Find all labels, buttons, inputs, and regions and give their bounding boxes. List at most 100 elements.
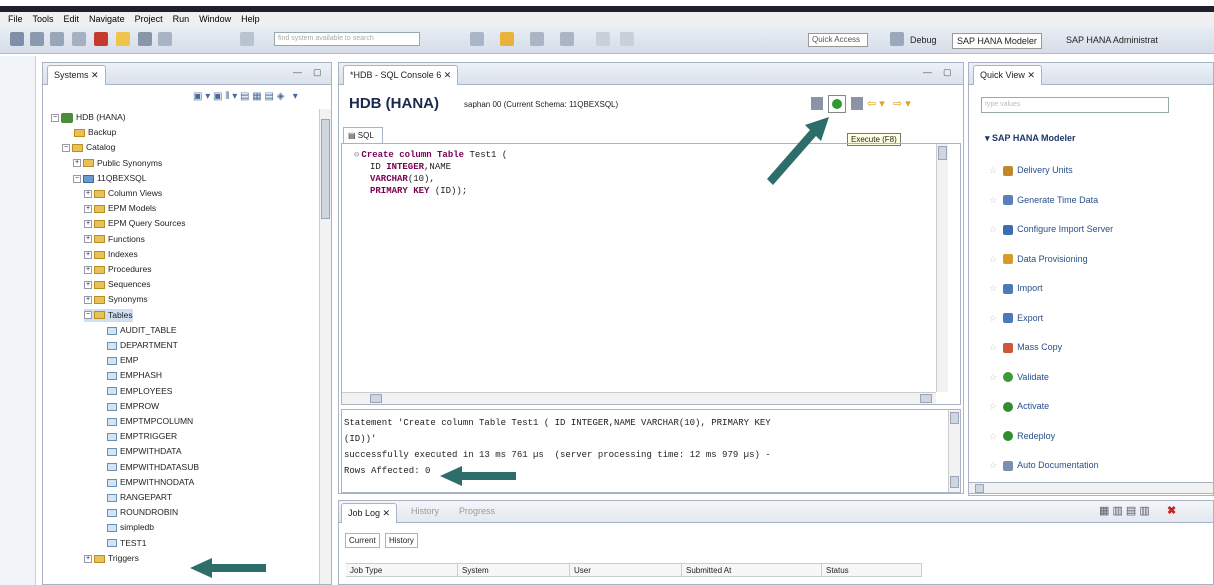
menu-edit[interactable]: Edit (64, 12, 80, 26)
tree-item[interactable]: TEST1 (95, 537, 146, 550)
explain-plan-icon[interactable] (851, 97, 863, 110)
quick-view-item[interactable]: ☆ Delivery Units (989, 165, 1073, 176)
forward-icon[interactable] (620, 32, 634, 46)
tree-item[interactable]: RANGEPART (95, 491, 172, 504)
tree-item[interactable]: + Indexes (84, 248, 138, 261)
quick-view-item[interactable]: ☆ Import (989, 283, 1043, 294)
tree-item[interactable]: EMPROW (95, 400, 159, 413)
forward-icon[interactable]: ⇨ ▾ (893, 97, 911, 110)
subtab-history[interactable]: History (385, 533, 418, 548)
perspective-hana-modeler[interactable]: SAP HANA Modeler (952, 33, 1042, 49)
collapse-icon[interactable]: − (73, 174, 81, 183)
column-header[interactable]: Job Type (346, 563, 458, 577)
console-scrollbar[interactable] (948, 410, 960, 492)
column-header[interactable]: User (570, 563, 682, 577)
delete-icon[interactable] (94, 32, 108, 46)
expand-icon[interactable]: + (84, 220, 92, 229)
quick-view-item[interactable]: ☆ Export (989, 313, 1043, 324)
expand-icon[interactable]: + (84, 189, 92, 198)
expand-icon[interactable]: + (84, 204, 92, 213)
menu-navigate[interactable]: Navigate (89, 12, 125, 26)
tree-item[interactable]: EMPWITHDATASUB (95, 461, 199, 474)
tree-item[interactable]: + EPM Query Sources (84, 217, 185, 230)
quick-view-item[interactable]: ☆ Mass Copy (989, 342, 1062, 353)
tree-item[interactable]: EMPLOYEES (95, 385, 172, 398)
quick-view-filter[interactable]: type values (981, 97, 1169, 113)
fold-icon[interactable]: ⊖ (354, 150, 359, 160)
tree-item[interactable]: AUDIT_TABLE (95, 324, 177, 337)
column-header[interactable]: Submitted At (682, 563, 822, 577)
quick-view-item[interactable]: ☆ Configure Import Server (989, 224, 1113, 235)
quick-view-item[interactable]: ☆ Generate Time Data (989, 195, 1098, 206)
quick-view-item[interactable]: ☆ Auto Documentation (989, 460, 1099, 471)
minimize-icon[interactable]: — (923, 67, 932, 77)
menu-project[interactable]: Project (135, 12, 163, 26)
star-icon[interactable]: ☆ (989, 372, 997, 382)
star-icon[interactable]: ☆ (989, 313, 997, 323)
tree-item[interactable]: EMPTMPCOLUMN (95, 415, 193, 428)
tree-item[interactable]: + Procedures (84, 263, 151, 276)
star-icon[interactable]: ☆ (989, 401, 997, 411)
save-icon[interactable] (30, 32, 44, 46)
tree-item[interactable]: + Sequences (84, 278, 151, 291)
job-log-toolbar[interactable]: ▦ ▥ ▤ ▥ (1099, 504, 1150, 517)
perspective-debug[interactable]: Debug (906, 33, 941, 49)
expand-icon[interactable]: + (84, 296, 92, 305)
open-type-icon[interactable] (500, 32, 514, 46)
expand-icon[interactable]: + (84, 235, 92, 244)
new-icon[interactable] (10, 32, 24, 46)
star-icon[interactable]: ☆ (989, 460, 997, 470)
star-icon[interactable]: ☆ (989, 165, 997, 175)
code-line[interactable]: ID INTEGER,NAME (370, 162, 451, 173)
expand-icon[interactable]: + (84, 280, 92, 289)
tree-item[interactable]: DEPARTMENT (95, 339, 178, 352)
tree-item[interactable]: + Synonyms (84, 293, 148, 306)
tree-item[interactable]: − HDB (HANA) (51, 111, 126, 124)
minimize-icon[interactable]: — (293, 67, 302, 77)
code-line[interactable]: ⊖ Create column Table Test1 ( (354, 150, 507, 161)
editor-hscroll[interactable] (342, 392, 936, 404)
star-icon[interactable]: ☆ (989, 342, 997, 352)
star-icon[interactable]: ☆ (989, 283, 997, 293)
tab-sql-editor[interactable]: ▤ SQL (343, 127, 383, 143)
expand-icon[interactable]: + (84, 250, 92, 259)
star-icon[interactable]: ☆ (989, 195, 997, 205)
expand-icon[interactable]: + (73, 159, 81, 168)
refresh-icon[interactable] (116, 32, 130, 46)
tree-item[interactable]: − Tables (84, 308, 133, 322)
back-icon[interactable] (596, 32, 610, 46)
subtab-current[interactable]: Current (345, 533, 380, 548)
maximize-icon[interactable]: ▢ (943, 67, 952, 78)
annotation-icon[interactable] (530, 32, 544, 46)
back-icon[interactable]: ⇦ ▾ (867, 97, 885, 110)
editor-vscroll[interactable] (936, 144, 948, 392)
quick-view-item[interactable]: ☆ Redeploy (989, 431, 1055, 442)
tree-item[interactable]: + Public Synonyms (73, 157, 162, 170)
tree-item[interactable]: EMPTRIGGER (95, 430, 177, 443)
menu-window[interactable]: Window (199, 12, 231, 26)
menu-run[interactable]: Run (173, 12, 190, 26)
menu-help[interactable]: Help (241, 12, 260, 26)
tab-history[interactable]: History (411, 506, 439, 516)
column-header[interactable]: Status (822, 563, 922, 577)
tab-progress[interactable]: Progress (459, 506, 495, 516)
menu-file[interactable]: File (8, 12, 23, 26)
tree-item[interactable]: ROUNDROBIN (95, 506, 178, 519)
star-icon[interactable]: ☆ (989, 431, 997, 441)
tab-job-log[interactable]: Job Log ✕ (341, 503, 398, 523)
tree-item[interactable]: EMPWITHDATA (95, 445, 182, 458)
sql-log-icon[interactable] (811, 97, 823, 110)
code-line[interactable]: VARCHAR(10), (370, 174, 435, 185)
tree-item[interactable]: + Column Views (84, 187, 162, 200)
tree-item[interactable]: − 11QBEXSQL (73, 172, 146, 185)
column-header[interactable]: System (458, 563, 570, 577)
star-icon[interactable]: ☆ (989, 254, 997, 264)
tree-item[interactable]: EMPHASH (95, 369, 162, 382)
quick-view-item[interactable]: ☆ Validate (989, 372, 1049, 383)
print-icon[interactable] (72, 32, 86, 46)
quick-access-input[interactable]: Quick Access (808, 33, 868, 47)
tree-item[interactable]: − Catalog (62, 141, 115, 154)
find-icon[interactable] (240, 32, 254, 46)
perspective-hana-admin[interactable]: SAP HANA Administrat (1062, 33, 1162, 49)
tree-item[interactable]: + Functions (84, 233, 145, 246)
